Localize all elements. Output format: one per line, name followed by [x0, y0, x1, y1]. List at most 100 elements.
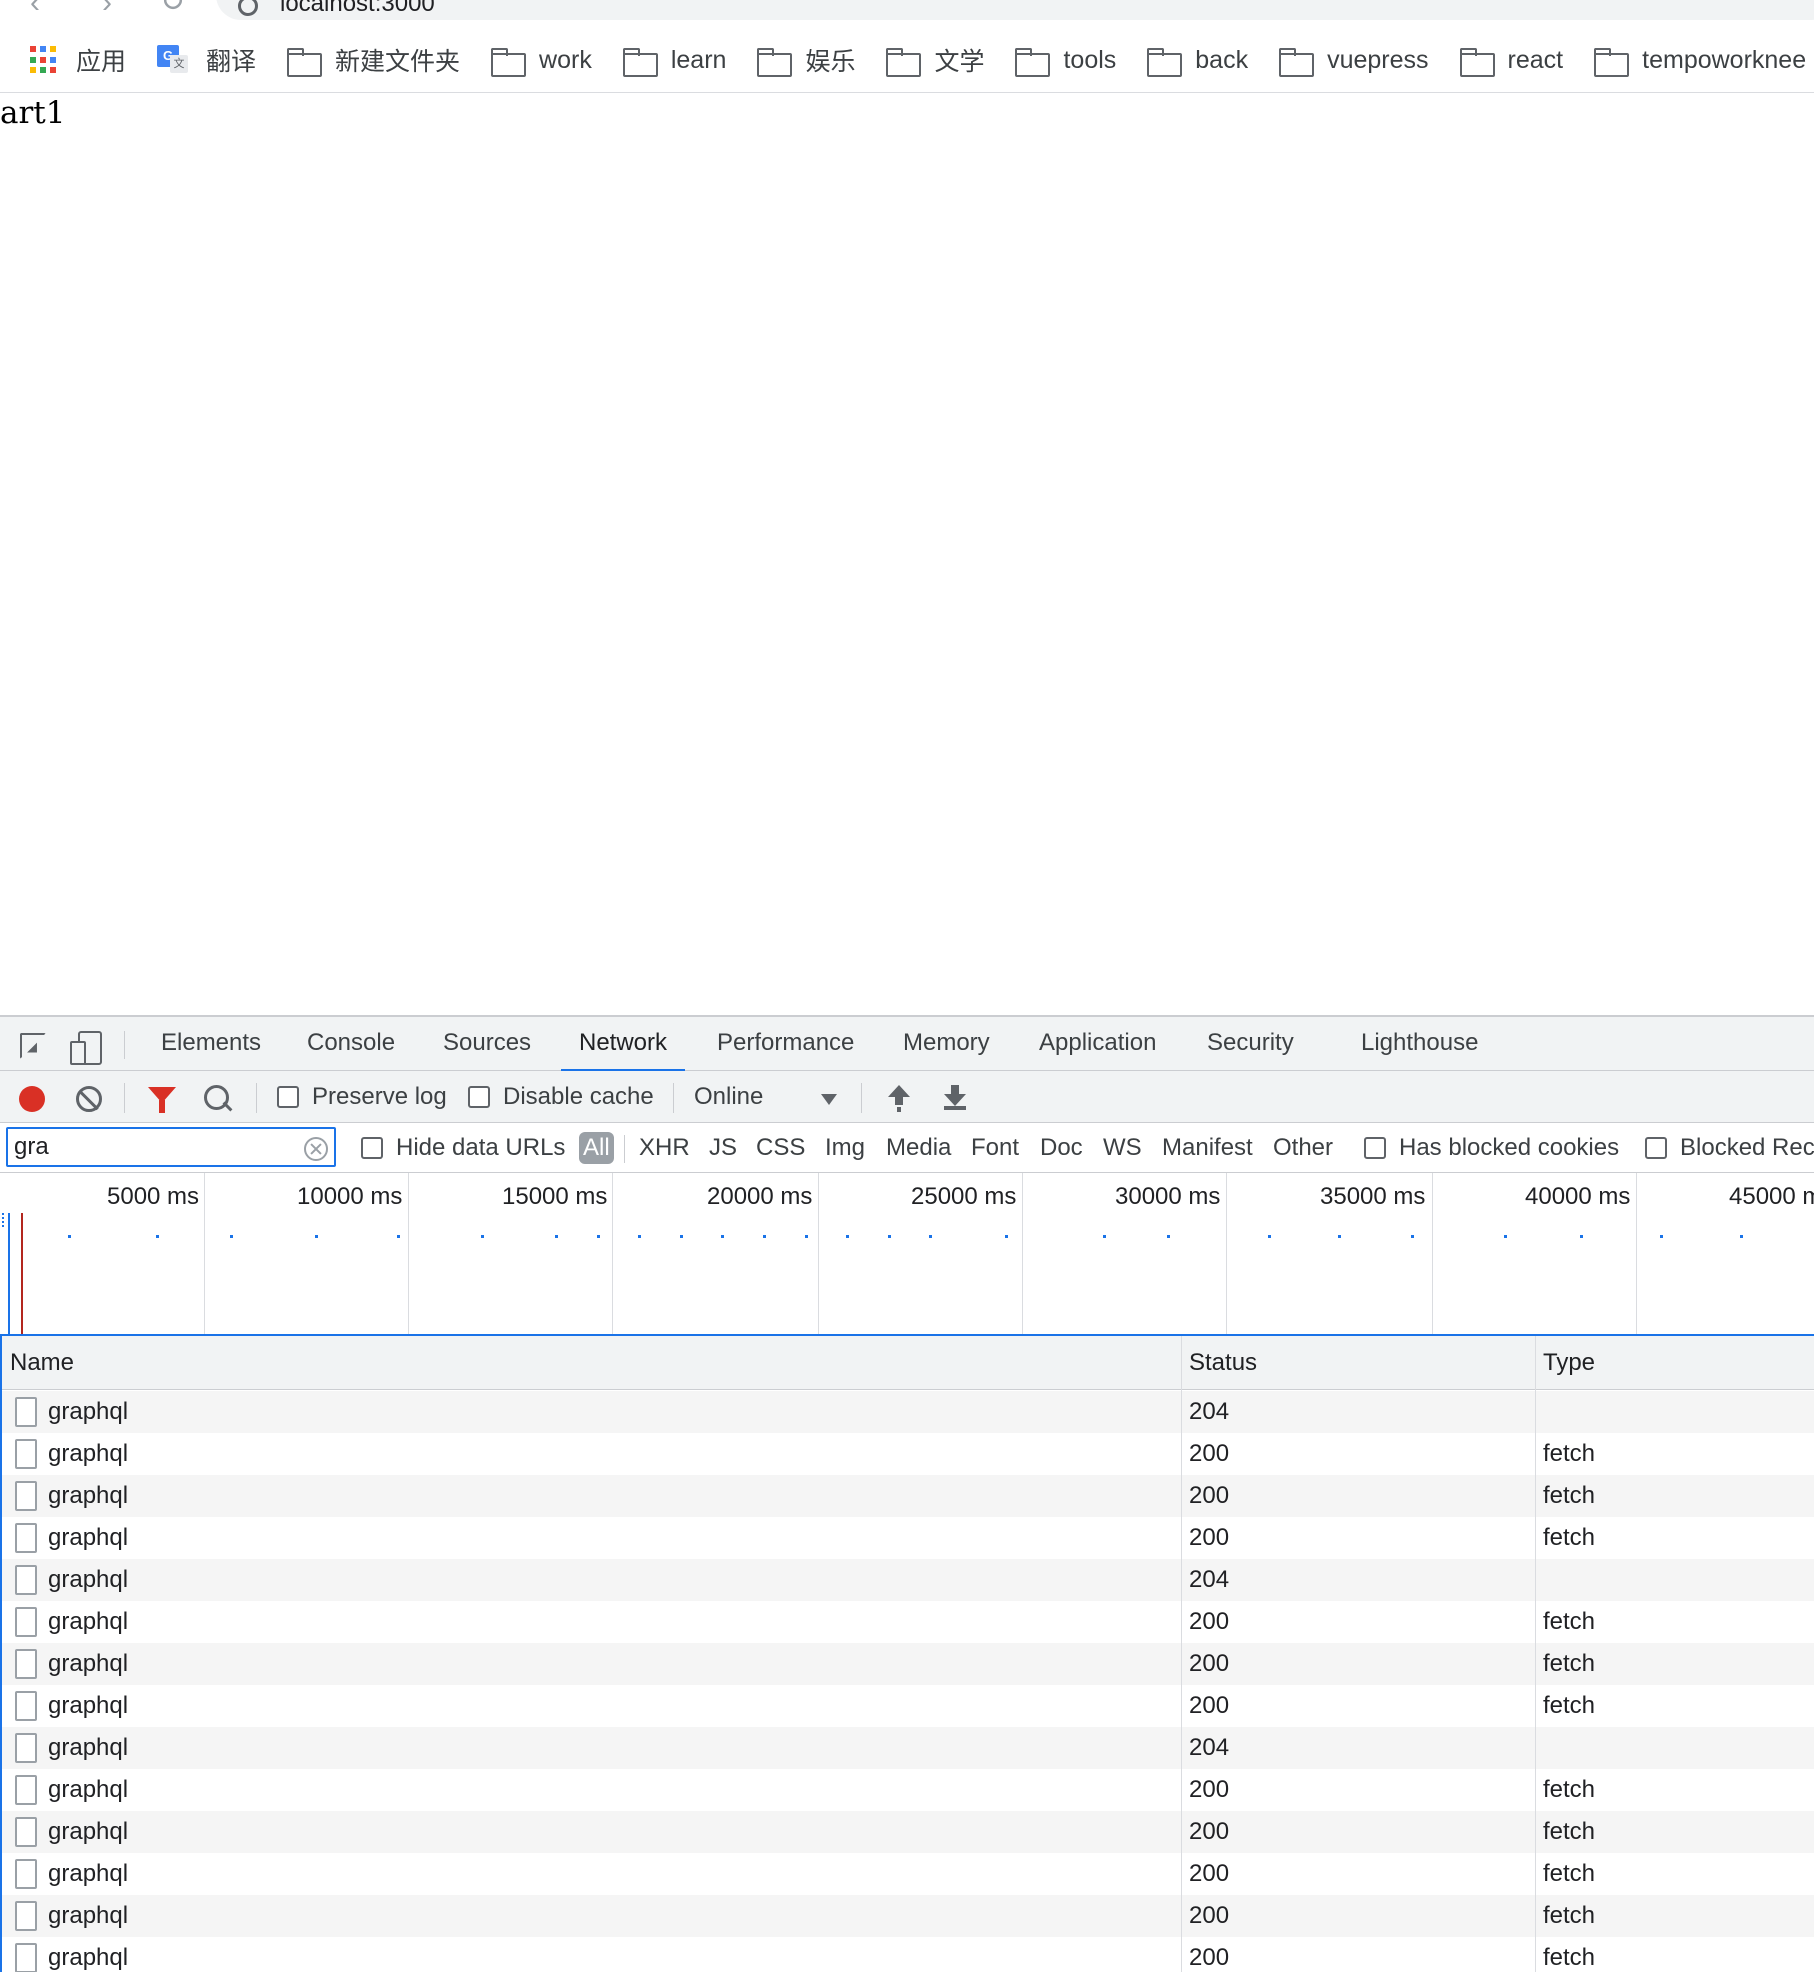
- request-dot: [1580, 1235, 1583, 1238]
- column-header-type[interactable]: Type: [1535, 1336, 1595, 1390]
- table-row[interactable]: graphql 200 fetch: [2, 1685, 1814, 1727]
- blocked-requests-label: Blocked Rec: [1680, 1134, 1814, 1161]
- column-divider[interactable]: [1535, 1336, 1536, 1972]
- inspect-element-icon[interactable]: [20, 1033, 46, 1059]
- tab-network[interactable]: Network: [560, 1017, 686, 1072]
- tab-application[interactable]: Application: [1039, 1017, 1156, 1071]
- request-name: graphql: [48, 1692, 129, 1719]
- request-dot: [555, 1235, 558, 1238]
- bookmark-folder[interactable]: react: [1459, 46, 1563, 77]
- bookmark-folder[interactable]: 娱乐: [757, 42, 855, 78]
- tab-memory[interactable]: Memory: [903, 1017, 990, 1071]
- google-translate-icon: G文: [157, 45, 189, 75]
- site-info-icon[interactable]: [238, 0, 258, 16]
- document-icon: [15, 1901, 37, 1931]
- type-filter-ws[interactable]: WS: [1103, 1132, 1142, 1164]
- bookmark-folder[interactable]: 文学: [886, 42, 984, 78]
- address-bar[interactable]: localhost:3000: [216, 0, 1814, 20]
- type-filter-js[interactable]: JS: [709, 1132, 737, 1164]
- clear-filter-icon[interactable]: [304, 1137, 328, 1161]
- network-toolbar: Preserve log Disable cache Online: [0, 1071, 1814, 1123]
- bookmark-folder[interactable]: back: [1147, 46, 1248, 77]
- chevron-down-icon[interactable]: [821, 1094, 837, 1105]
- table-row[interactable]: graphql 200 fetch: [2, 1475, 1814, 1517]
- throttling-select[interactable]: Online: [694, 1083, 763, 1111]
- bookmark-folder[interactable]: vuepress: [1279, 46, 1429, 77]
- filter-input[interactable]: [6, 1127, 336, 1167]
- tab-console[interactable]: Console: [307, 1017, 395, 1071]
- hide-data-urls-checkbox[interactable]: [361, 1137, 383, 1159]
- clear-icon[interactable]: [76, 1086, 102, 1112]
- bookmark-folder[interactable]: tempoworknee: [1594, 46, 1806, 77]
- bookmark-apps[interactable]: 应用: [30, 42, 126, 78]
- table-row[interactable]: graphql 200 fetch: [2, 1895, 1814, 1937]
- table-row[interactable]: graphql 204: [2, 1559, 1814, 1601]
- export-har-icon[interactable]: [943, 1083, 967, 1111]
- reload-icon[interactable]: ↻: [160, 0, 185, 19]
- column-divider[interactable]: [1181, 1336, 1182, 1972]
- device-toolbar-icon[interactable]: [70, 1031, 102, 1065]
- table-row[interactable]: graphql 200 fetch: [2, 1769, 1814, 1811]
- request-type: fetch: [1543, 1944, 1596, 1971]
- type-filter-media[interactable]: Media: [886, 1132, 951, 1164]
- type-filter-font[interactable]: Font: [971, 1132, 1019, 1164]
- request-dot: [1103, 1235, 1106, 1238]
- has-blocked-cookies-checkbox[interactable]: [1364, 1137, 1386, 1159]
- bookmark-translate[interactable]: G文 翻译: [157, 42, 256, 78]
- request-name: graphql: [48, 1902, 129, 1929]
- timeline-tick-label: 25000 ms: [911, 1183, 1017, 1210]
- type-filter-xhr[interactable]: XHR: [639, 1132, 690, 1164]
- overview-handle[interactable]: [2, 1213, 5, 1227]
- type-filter-css[interactable]: CSS: [756, 1132, 805, 1164]
- type-filter-all[interactable]: All: [579, 1132, 614, 1164]
- back-icon[interactable]: ‹: [30, 0, 40, 20]
- bookmark-folder[interactable]: tools: [1015, 46, 1116, 77]
- request-dot: [68, 1235, 71, 1238]
- bookmark-folder[interactable]: 新建文件夹: [287, 42, 460, 78]
- bookmark-folder[interactable]: work: [491, 46, 592, 77]
- table-row[interactable]: graphql 200 fetch: [2, 1643, 1814, 1685]
- table-row[interactable]: graphql 204: [2, 1391, 1814, 1433]
- type-filter-doc[interactable]: Doc: [1040, 1132, 1083, 1164]
- table-row[interactable]: graphql 200 fetch: [2, 1811, 1814, 1853]
- bookmark-folder[interactable]: learn: [622, 46, 726, 77]
- forward-icon[interactable]: ›: [102, 0, 112, 20]
- record-button[interactable]: [19, 1086, 45, 1112]
- tab-sources[interactable]: Sources: [443, 1017, 531, 1071]
- request-status: 204: [1189, 1734, 1230, 1761]
- folder-icon: [757, 47, 793, 77]
- table-row[interactable]: graphql 200 fetch: [2, 1601, 1814, 1643]
- tab-performance[interactable]: Performance: [717, 1017, 854, 1071]
- folder-icon: [1015, 47, 1051, 77]
- type-filter-manifest[interactable]: Manifest: [1162, 1132, 1253, 1164]
- import-har-icon[interactable]: [887, 1083, 911, 1111]
- request-type: fetch: [1543, 1776, 1596, 1803]
- timeline-tick-label: 15000 ms: [502, 1183, 608, 1210]
- request-dot: [888, 1235, 891, 1238]
- preserve-log-checkbox[interactable]: [277, 1086, 299, 1108]
- document-icon: [15, 1775, 37, 1805]
- column-header-status[interactable]: Status: [1181, 1336, 1257, 1390]
- filter-icon[interactable]: [148, 1087, 176, 1113]
- document-icon: [15, 1523, 37, 1553]
- table-row[interactable]: graphql 200 fetch: [2, 1937, 1814, 1972]
- table-row[interactable]: graphql 200 fetch: [2, 1517, 1814, 1559]
- network-overview-timeline[interactable]: 5000 ms 10000 ms 15000 ms 20000 ms 25000…: [0, 1173, 1814, 1336]
- search-icon[interactable]: [204, 1085, 232, 1113]
- tab-elements[interactable]: Elements: [161, 1017, 261, 1071]
- tab-lighthouse[interactable]: Lighthouse: [1361, 1017, 1478, 1071]
- table-row[interactable]: graphql 200 fetch: [2, 1853, 1814, 1895]
- column-header-name[interactable]: Name: [2, 1336, 74, 1390]
- table-row[interactable]: graphql 200 fetch: [2, 1433, 1814, 1475]
- disable-cache-checkbox[interactable]: [468, 1086, 490, 1108]
- table-row[interactable]: graphql 204: [2, 1727, 1814, 1769]
- timeline-gridline: [1022, 1173, 1023, 1334]
- type-filter-img[interactable]: Img: [825, 1132, 865, 1164]
- request-dot: [929, 1235, 932, 1238]
- request-dot: [721, 1235, 724, 1238]
- tab-security[interactable]: Security: [1207, 1017, 1294, 1071]
- bookmark-label: 文学: [934, 48, 985, 76]
- type-filter-other[interactable]: Other: [1273, 1132, 1333, 1164]
- blocked-requests-checkbox[interactable]: [1645, 1137, 1667, 1159]
- document-icon: [15, 1607, 37, 1637]
